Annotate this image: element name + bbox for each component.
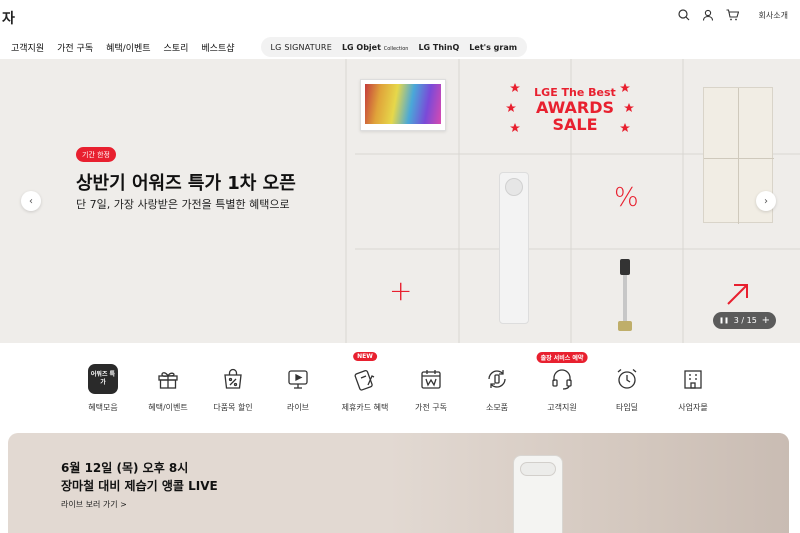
brand-thinq[interactable]: LG ThinQ bbox=[418, 43, 459, 52]
alarm-clock-icon bbox=[611, 363, 643, 395]
subscription-calendar-icon bbox=[415, 363, 447, 395]
brand-objet-collection: Collection bbox=[383, 45, 409, 52]
brand-gram[interactable]: Let's gram bbox=[469, 43, 517, 52]
quick-menu-label: 다품목 할인 bbox=[213, 403, 253, 412]
card-icon bbox=[349, 363, 381, 395]
nav-menu: 고객지원 가전 구독 혜택/이벤트 스토리 베스트샵 bbox=[11, 41, 235, 54]
quick-menu-live[interactable]: 라이브 bbox=[263, 355, 333, 413]
user-icon[interactable] bbox=[702, 9, 714, 21]
chevron-right-icon: › bbox=[764, 195, 768, 207]
arrow-up-right-icon bbox=[727, 284, 748, 305]
pause-icon[interactable]: ❚❚ bbox=[719, 317, 729, 324]
hero-banner[interactable]: LGE The Best AWARDS SALE % + 기간 한정 상반기 어… bbox=[0, 59, 800, 343]
brand-objet-label: LG Objet bbox=[341, 42, 381, 52]
service-reservation-badge: 출장 서비스 예약 bbox=[536, 352, 588, 363]
live-title: 장마철 대비 제습기 앵콜 LIVE bbox=[61, 479, 218, 493]
logo[interactable]: 자 bbox=[2, 8, 15, 28]
quick-menu-label: 가전 구독 bbox=[415, 403, 447, 412]
page: 자 회사소개 고객지원 가전 구독 혜택/이벤트 스토리 베스트샵 LG SIG… bbox=[0, 0, 800, 533]
nav-item-events[interactable]: 혜택/이벤트 bbox=[106, 41, 150, 54]
cart-icon[interactable] bbox=[726, 9, 739, 21]
quick-menu-label: 타임딜 bbox=[615, 403, 639, 412]
tv-product-image bbox=[360, 79, 446, 131]
gift-icon bbox=[152, 363, 184, 395]
main-nav: 고객지원 가전 구독 혜택/이벤트 스토리 베스트샵 LG SIGNATURE … bbox=[0, 35, 800, 59]
limited-time-badge: 기간 한정 bbox=[76, 147, 116, 162]
quick-menu-consumables[interactable]: 소모품 bbox=[462, 355, 532, 413]
quick-menu-label: 혜택모음 bbox=[88, 403, 118, 412]
utility-icons: 회사소개 bbox=[677, 9, 788, 21]
quick-menu-multi-discount[interactable]: 다품목 할인 bbox=[198, 355, 268, 413]
hero-next-button[interactable]: › bbox=[756, 191, 776, 211]
plus-icon[interactable]: + bbox=[762, 315, 770, 326]
consumables-icon bbox=[481, 363, 513, 395]
business-building-icon bbox=[677, 363, 709, 395]
quick-menu-label: 제휴카드 혜택 bbox=[341, 403, 389, 412]
live-tv-icon bbox=[282, 363, 314, 395]
hero-prev-button[interactable]: ‹ bbox=[21, 191, 41, 211]
quick-menu-events[interactable]: 혜택/이벤트 bbox=[133, 355, 203, 413]
air-conditioner-product-image bbox=[499, 172, 529, 324]
search-icon[interactable] bbox=[677, 9, 690, 21]
quick-menu-support[interactable]: 출장 서비스 예약 고객지원 bbox=[527, 352, 597, 413]
brand-links: LG SIGNATURE LG Objet Collection LG Thin… bbox=[260, 37, 528, 57]
nav-item-support[interactable]: 고객지원 bbox=[11, 41, 44, 54]
dehumidifier-product-image bbox=[513, 455, 563, 533]
brand-objet[interactable]: LG Objet Collection bbox=[342, 43, 409, 52]
quick-menu-card-benefits[interactable]: NEW 제휴카드 혜택 bbox=[330, 352, 400, 413]
brand-signature[interactable]: LG SIGNATURE bbox=[271, 43, 332, 52]
carousel-pager: ❚❚ 3 / 15 + bbox=[713, 312, 776, 329]
live-banner[interactable]: 6월 12일 (목) 오후 8시 장마철 대비 제습기 앵콜 LIVE 라이브 … bbox=[8, 433, 789, 533]
plus-symbol-icon: + bbox=[389, 274, 413, 307]
awards-stars-icon bbox=[506, 83, 634, 132]
awards-sale-icon-text: 어워즈 특가 bbox=[88, 364, 118, 394]
quick-menu-business[interactable]: 사업자몰 bbox=[658, 355, 728, 413]
top-bar: 자 회사소개 bbox=[0, 0, 800, 35]
awards-sale-icon: 어워즈 특가 bbox=[87, 363, 119, 395]
quick-menu-benefits[interactable]: 어워즈 특가 혜택모음 bbox=[68, 355, 138, 413]
shopping-bag-percent-icon bbox=[217, 363, 249, 395]
hero-title: 상반기 어워즈 특가 1차 오픈 bbox=[76, 173, 296, 194]
quick-menu-label: 소모품 bbox=[485, 403, 509, 412]
quick-menu-label: 라이브 bbox=[286, 403, 310, 412]
hero-subtitle: 단 7일, 가장 사랑받은 가전을 특별한 혜택으로 bbox=[76, 198, 290, 211]
nav-item-story[interactable]: 스토리 bbox=[164, 41, 189, 54]
quick-menu: 어워즈 특가 혜택모음 혜택/이벤트 다품목 할인 라이브 NEW 제휴카드 혜… bbox=[0, 352, 800, 425]
vacuum-product-image bbox=[618, 259, 632, 333]
quick-menu-timedeal[interactable]: 타임딜 bbox=[592, 355, 662, 413]
new-badge: NEW bbox=[353, 352, 377, 361]
quick-menu-label: 고객지원 bbox=[547, 403, 577, 412]
live-banner-background bbox=[388, 433, 789, 533]
company-info-link[interactable]: 회사소개 bbox=[759, 10, 788, 21]
live-date: 6월 12일 (목) 오후 8시 bbox=[61, 461, 189, 475]
watch-live-link[interactable]: 라이브 보러 가기 > bbox=[61, 499, 127, 510]
nav-item-bestshop[interactable]: 베스트샵 bbox=[201, 41, 234, 54]
quick-menu-subscription[interactable]: 가전 구독 bbox=[396, 355, 466, 413]
quick-menu-label: 사업자몰 bbox=[678, 403, 708, 412]
headset-icon bbox=[546, 363, 578, 395]
carousel-counter: 3 / 15 bbox=[733, 316, 757, 325]
quick-menu-label: 혜택/이벤트 bbox=[148, 403, 188, 412]
nav-item-subscription[interactable]: 가전 구독 bbox=[57, 41, 93, 54]
percent-symbol-icon: % bbox=[614, 183, 639, 213]
chevron-left-icon: ‹ bbox=[29, 195, 33, 207]
